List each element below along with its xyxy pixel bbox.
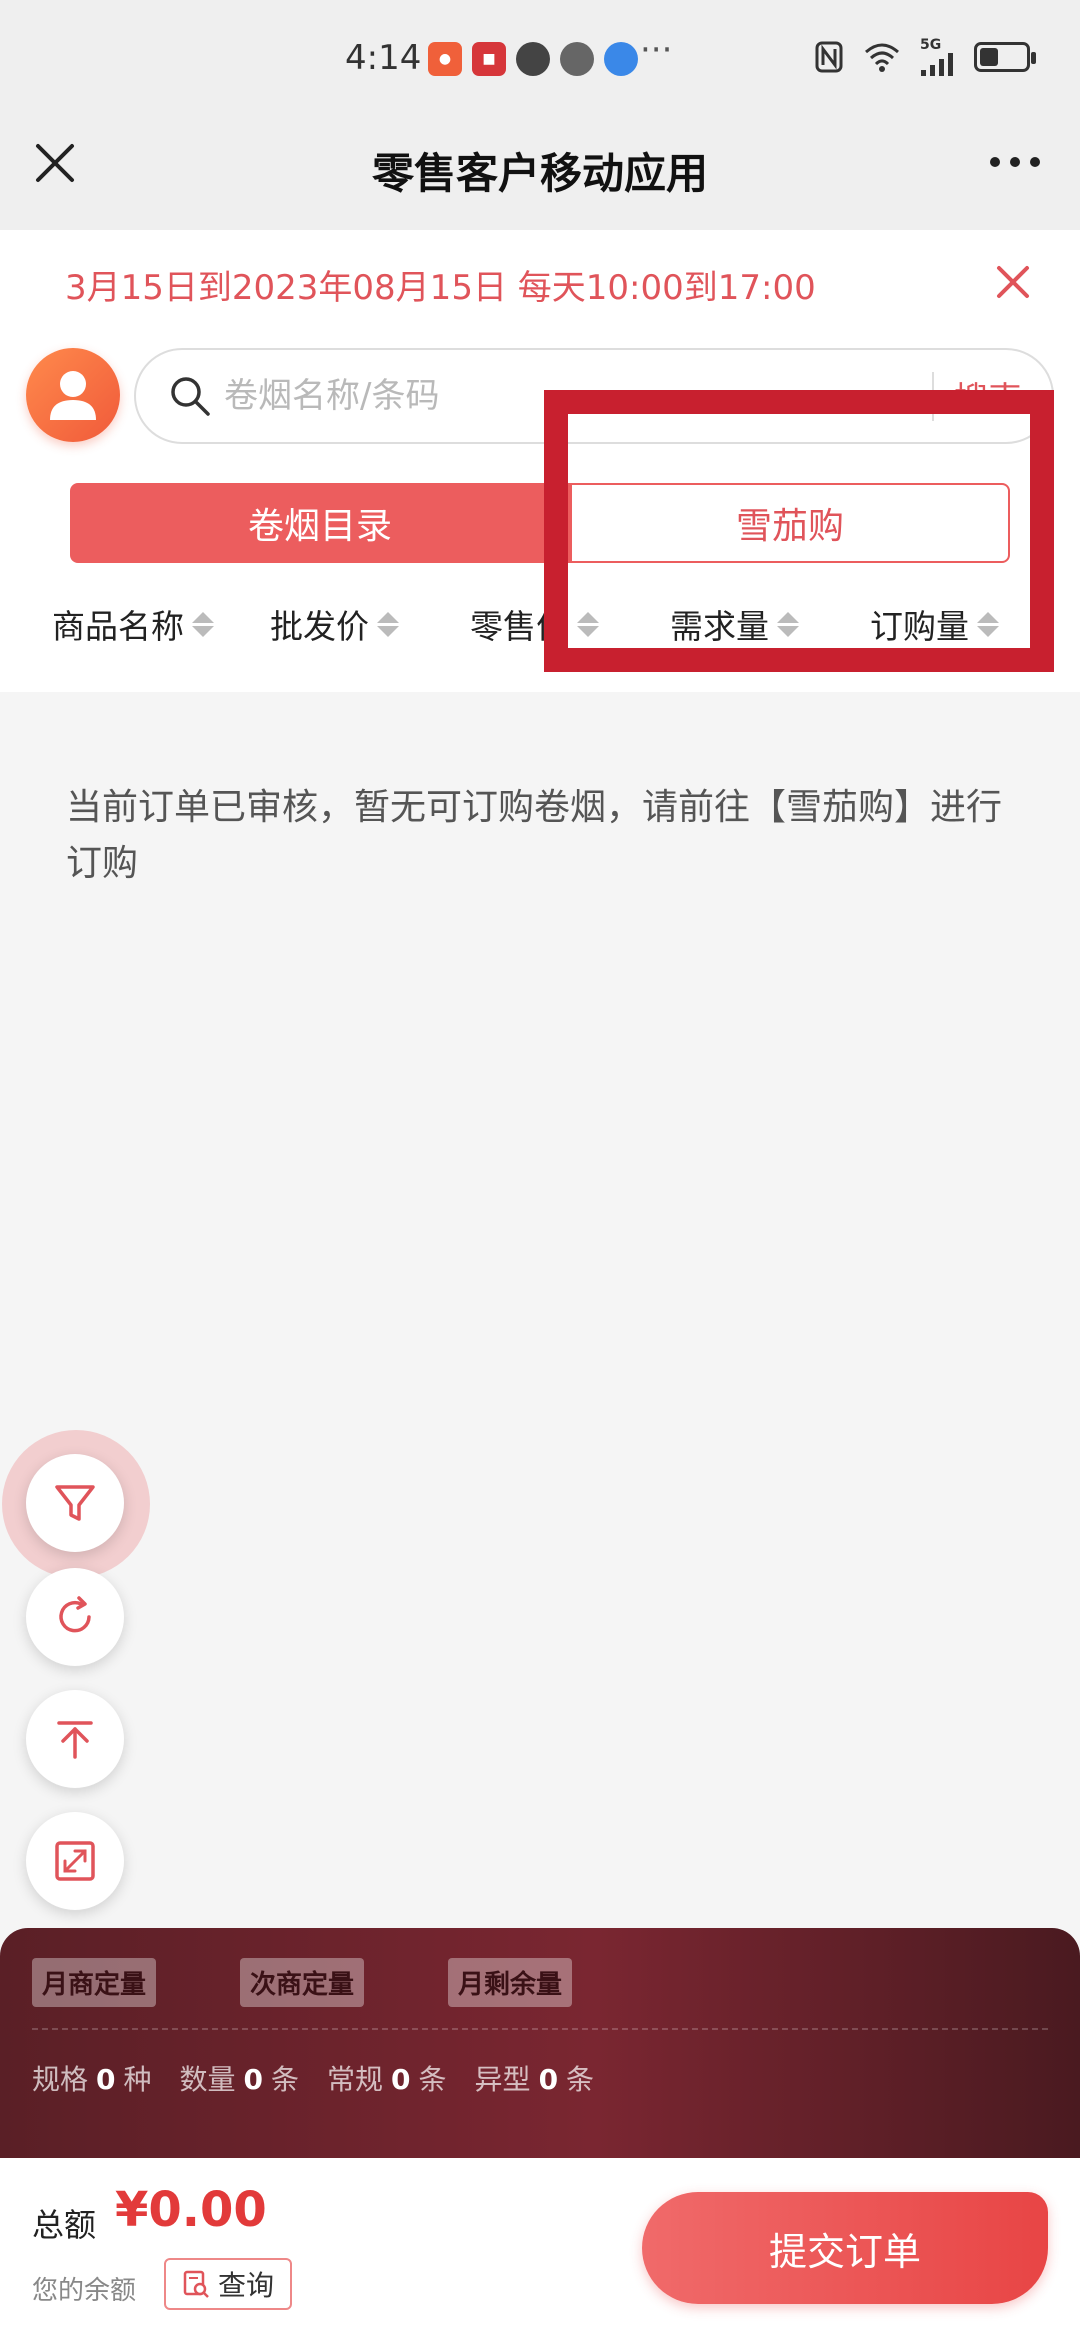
app-icon: [604, 42, 638, 76]
quota-tag-per-order: 次商定量: [240, 1958, 365, 2007]
sort-icon: [192, 611, 214, 637]
query-label: 查询: [218, 2269, 275, 2302]
page-title: 零售客户移动应用: [371, 149, 708, 198]
nfc-icon: [815, 41, 843, 73]
signal-icon: [921, 53, 953, 76]
user-icon: [50, 371, 96, 420]
divider: [32, 2028, 1048, 2030]
status-indicators: 5G: [814, 38, 1036, 76]
wifi-icon: [865, 43, 899, 72]
order-footer: 总额 ¥0.00 您的余额 查询 提交订单: [0, 2158, 1080, 2338]
stat-regular: 常规 0 条: [327, 2063, 447, 2096]
quota-tag-monthly: 月商定量: [32, 1958, 157, 2007]
chat-icon: [516, 42, 550, 76]
column-product-name[interactable]: 商品名称: [52, 600, 214, 648]
status-bar: 4:14 ● ■ ··· 5G: [0, 0, 1080, 120]
search-icon: [171, 377, 210, 416]
app-icon: [560, 42, 594, 76]
title-bar: 零售客户移动应用: [0, 120, 1080, 230]
balance-query-button[interactable]: 查询: [164, 2258, 293, 2310]
more-notifications-icon: ···: [640, 30, 673, 70]
total-label: 总额: [32, 2206, 97, 2244]
expand-icon: [55, 1841, 95, 1881]
total-amount: ¥0.00: [115, 2182, 267, 2238]
sort-icon: [377, 611, 399, 637]
quota-tags: 月商定量 次商定量 月剩余量: [32, 1958, 573, 2007]
network-type: 5G: [920, 37, 942, 53]
tab-cigarette-catalog[interactable]: 卷烟目录: [70, 483, 570, 563]
quota-tag-remaining: 月剩余量: [448, 1958, 573, 2007]
app-icon: ●: [428, 42, 462, 76]
signal-indicator: 5G: [920, 38, 956, 76]
battery-icon: [974, 42, 1036, 72]
refresh-icon: [59, 1596, 91, 1633]
stat-quantity: 数量 0 条: [179, 2063, 300, 2096]
filter-icon: [55, 1485, 95, 1521]
column-wholesale-price[interactable]: 批发价: [270, 600, 399, 648]
filter-button[interactable]: [26, 1454, 124, 1552]
stat-spec: 规格 0 种: [32, 2063, 152, 2096]
app-icon: ■: [472, 42, 506, 76]
order-stats: 规格 0 种 数量 0 条 常规 0 条 异型 0 条: [32, 2058, 594, 2098]
more-menu-icon[interactable]: [990, 142, 1050, 182]
notice-close-icon[interactable]: [991, 260, 1035, 304]
empty-state-message: 当前订单已审核，暂无可订购卷烟，请前往【雪茄购】进行订购: [66, 787, 1003, 884]
stat-special-shape: 异型 0 条: [474, 2063, 595, 2096]
refresh-button[interactable]: [26, 1568, 124, 1666]
annotation-highlight-box: [544, 390, 1054, 672]
battery-level: [980, 48, 998, 66]
expand-button[interactable]: [26, 1812, 124, 1910]
balance-label: 您的余额: [32, 2276, 137, 2306]
status-time: 4:14: [345, 38, 422, 78]
status-app-icons: ● ■: [428, 42, 638, 76]
document-search-icon: [183, 2270, 209, 2298]
submit-order-button[interactable]: 提交订单: [642, 2192, 1048, 2304]
quota-panel: 月商定量 次商定量 月剩余量 规格 0 种 数量 0 条 常规 0 条 异型 0 条: [0, 1928, 1080, 2158]
avatar[interactable]: [26, 348, 120, 442]
scroll-top-button[interactable]: [26, 1690, 124, 1788]
arrow-up-icon: [57, 1721, 93, 1759]
notice-marquee: 3月15日到2023年08月15日 每天10:00到17:00: [65, 268, 816, 308]
